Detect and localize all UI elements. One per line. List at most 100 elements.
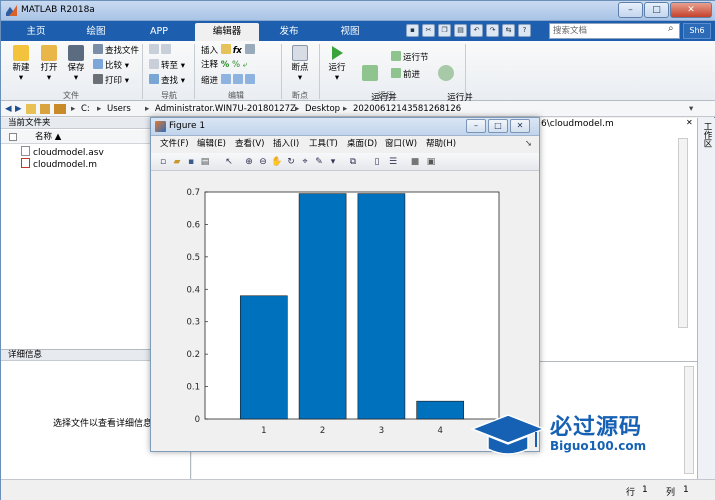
undo-quick-icon[interactable]: ↶ (470, 24, 483, 37)
insert-legend-icon[interactable]: ☰ (387, 156, 399, 168)
hide-plot-tools-icon[interactable]: ■ (409, 156, 421, 168)
open-file-icon[interactable]: ▰ (171, 156, 183, 168)
zoom-in-icon[interactable]: ⊕ (243, 156, 255, 168)
cut-quick-icon[interactable]: ✂ (422, 24, 435, 37)
path-segment-drive[interactable]: C: (81, 103, 90, 115)
menu-tools[interactable]: 工具(T) (309, 139, 338, 150)
redo-quick-icon[interactable]: ↷ (486, 24, 499, 37)
x-tick-label: 1 (261, 426, 266, 436)
copy-quick-icon[interactable]: ❐ (438, 24, 451, 37)
ribbon-editor: 新建 ▾ 打开 ▾ 保存 ▾ 查找文件 比较 ▾ 打印 ▾ 文件 转至 ▾ 查找 ▾ … (1, 41, 715, 113)
forward-arrow-icon[interactable]: ▶ (15, 103, 22, 115)
rotate-3d-icon[interactable]: ↻ (285, 156, 297, 168)
watermark-url-text: Biguo100.com (550, 439, 647, 453)
menu-insert[interactable]: 插入(I) (273, 139, 299, 150)
ribbon-separator (319, 44, 320, 99)
run-section-button[interactable]: 运行节 (391, 51, 429, 64)
brush-icon[interactable]: ✎ (313, 156, 325, 168)
print-button[interactable]: 打印 ▾ (93, 74, 129, 87)
paste-quick-icon[interactable]: ▤ (454, 24, 467, 37)
new-figure-icon[interactable]: ▫ (157, 156, 169, 168)
edit-plot-icon[interactable]: ↖ (223, 156, 235, 168)
insert-colorbar-icon[interactable]: ▯ (371, 156, 383, 168)
menu-window[interactable]: 窗口(W) (385, 139, 417, 150)
search-icon[interactable]: ⌕ (668, 23, 674, 34)
new-button[interactable]: 新建 ▾ (7, 45, 35, 83)
menu-view[interactable]: 查看(V) (235, 139, 264, 150)
menu-file[interactable]: 文件(F) (160, 139, 189, 150)
brush-dropdown-icon[interactable]: ▾ (327, 156, 339, 168)
insert-button[interactable]: 插入 fx (201, 44, 257, 57)
path-segment-desktop[interactable]: Desktop (305, 103, 340, 115)
find-button[interactable]: 查找 ▾ (149, 74, 185, 87)
browse-folder-icon[interactable] (40, 104, 50, 114)
dock-arrow-icon[interactable]: ➘ (525, 139, 532, 150)
maximize-button[interactable]: □ (644, 2, 669, 18)
close-button[interactable]: ✕ (670, 2, 712, 18)
zoom-out-icon[interactable]: ⊖ (257, 156, 269, 168)
x-tick-labels: 1 2 3 4 (261, 426, 443, 436)
link-plot-icon[interactable]: ⧉ (347, 156, 359, 168)
graduation-cap-icon (470, 414, 546, 455)
run-button[interactable]: 运行 ▾ (325, 45, 349, 83)
save-quick-icon[interactable]: ▪ (406, 24, 419, 37)
indent-button[interactable]: 缩进 (201, 74, 257, 87)
menu-desktop[interactable]: 桌面(D) (347, 139, 377, 150)
figure-maximize-button[interactable]: □ (488, 119, 508, 133)
up-folder-icon[interactable] (26, 104, 36, 114)
path-segment-user[interactable]: Administrator.WIN7U-20180127Z (155, 103, 296, 115)
data-cursor-icon[interactable]: ⌖ (299, 156, 311, 168)
save-button[interactable]: 保存 ▾ (64, 45, 88, 83)
tab-plots[interactable]: 绘图 (73, 23, 119, 41)
pan-icon[interactable]: ✋ (271, 156, 283, 168)
path-dropdown-icon[interactable]: ▾ (689, 103, 693, 115)
name-column-label: 名称 ▲ (35, 132, 62, 142)
menu-help[interactable]: 帮助(H) (426, 139, 456, 150)
y-tick-label: 0.7 (186, 188, 200, 198)
file-item-m[interactable]: cloudmodel.m (21, 158, 97, 170)
figure-close-button[interactable]: ✕ (510, 119, 530, 133)
tab-editor[interactable]: 编辑器 (195, 23, 259, 41)
back-arrow-icon[interactable]: ◀ (5, 103, 12, 115)
tab-apps[interactable]: APP (136, 23, 182, 41)
title-bar: MATLAB R2018a – □ ✕ (1, 1, 715, 21)
comment-button[interactable]: 注释 % % ⤶ (201, 59, 248, 72)
breakpoints-button[interactable]: 断点 ▾ (287, 45, 313, 83)
file-item-asv[interactable]: cloudmodel.asv (21, 146, 104, 158)
figure-menu-bar: 文件(F) 编辑(E) 查看(V) 插入(I) 工具(T) 桌面(D) 窗口(W… (151, 137, 539, 152)
switch-windows-icon[interactable]: ⇆ (502, 24, 515, 37)
help-quick-icon[interactable]: ? (518, 24, 531, 37)
minimize-button[interactable]: – (618, 2, 643, 18)
path-segment-users[interactable]: Users (107, 103, 131, 115)
col-value: 1 (683, 485, 689, 495)
workspace-sidebar[interactable] (697, 118, 715, 479)
editor-tab[interactable]: 6\cloudmodel.m (541, 118, 614, 130)
row-value: 1 (642, 485, 648, 495)
find-files-button[interactable]: 查找文件 (93, 44, 139, 57)
figure-minimize-button[interactable]: – (466, 119, 486, 133)
matlab-logo-icon (6, 5, 17, 16)
open-button[interactable]: 打开 ▾ (37, 45, 61, 83)
print-figure-icon[interactable]: ▤ (199, 156, 211, 168)
tab-view[interactable]: 视图 (326, 23, 374, 41)
editor-close-icon[interactable]: ✕ (686, 118, 696, 128)
search-documentation-input[interactable]: 搜索文档 (549, 23, 680, 39)
path-separator-icon: ▸ (343, 104, 348, 114)
path-segment-folder[interactable]: 20200612143581268126 (353, 103, 461, 115)
goto-button[interactable]: 转至 ▾ (149, 59, 185, 72)
workspace-label[interactable]: 工作区 (700, 122, 712, 148)
sign-in-button[interactable]: Sh6 (683, 23, 711, 39)
advance-button[interactable]: 前进 (391, 68, 420, 81)
tab-publish[interactable]: 发布 (265, 23, 313, 41)
editor-scrollbar[interactable] (678, 138, 688, 328)
compare-button[interactable]: 比较 ▾ (93, 59, 129, 72)
nav-group-label: 导航 (161, 91, 177, 100)
y-tick-labels: 0 0.1 0.2 0.3 0.4 0.5 0.6 0.7 (186, 188, 200, 425)
save-figure-icon[interactable]: ▪ (185, 156, 197, 168)
tab-home[interactable]: 主页 (13, 23, 59, 41)
back-forward-icons[interactable] (149, 44, 173, 57)
y-tick-label: 0.6 (186, 220, 200, 230)
show-plot-tools-icon[interactable]: ▣ (425, 156, 437, 168)
menu-edit[interactable]: 编辑(E) (197, 139, 226, 150)
smart-indent-icon (220, 74, 231, 84)
